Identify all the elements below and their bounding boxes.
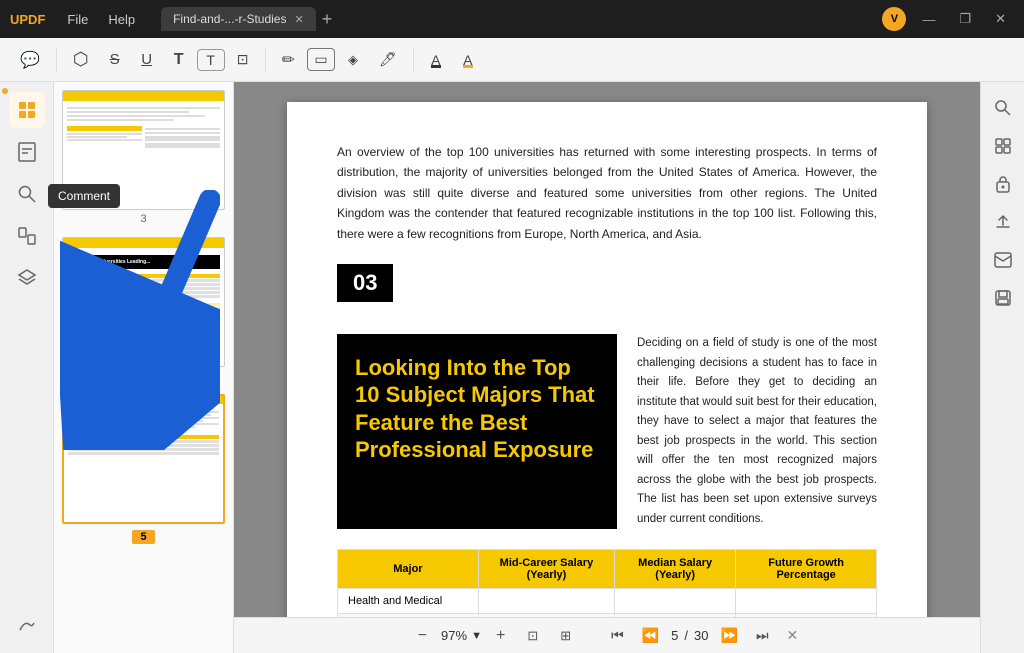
text-box-btn[interactable]: T — [197, 49, 225, 71]
highlight-color-btn[interactable]: A — [454, 48, 482, 72]
title-bar: UPDF File Help Find-and-...-r-Studies ✕ … — [0, 0, 1024, 38]
right-grid-btn[interactable] — [987, 130, 1019, 162]
separator-3 — [413, 48, 414, 72]
menu-help[interactable]: Help — [98, 8, 145, 31]
current-page: 5 — [671, 628, 678, 643]
zoom-out-btn[interactable]: − — [410, 624, 435, 648]
cell-mid-0 — [478, 589, 614, 614]
right-email-btn[interactable] — [987, 244, 1019, 276]
underline-btn[interactable]: U — [133, 47, 161, 72]
zoom-bar: − 97% ▼ + ⊡ ⊞ ⏮ ⏪ 5 / 30 ⏩ ⏭ ✕ — [234, 617, 980, 653]
section-content: Looking Into the Top 10 Subject Majors T… — [337, 334, 877, 529]
tab-close-btn[interactable]: ✕ — [294, 13, 303, 26]
section-num: 03 — [337, 264, 393, 302]
right-icon-rail — [980, 82, 1024, 653]
menu-bar: File Help — [57, 8, 145, 31]
maximize-btn[interactable]: ❐ — [951, 11, 979, 27]
active-tab[interactable]: Find-and-...-r-Studies ✕ — [161, 7, 316, 31]
signature-btn[interactable] — [9, 607, 45, 643]
thumbnail-panel: 3 The Global Universities Leading... — [54, 82, 234, 653]
col-mid-career: Mid-Career Salary (Yearly) — [478, 550, 614, 589]
fit-width-btn[interactable]: ⊞ — [552, 625, 579, 647]
app-logo: UPDF — [10, 12, 45, 27]
comment-tooltip: Comment — [48, 184, 120, 208]
stamp-btn[interactable]: ⬡ — [65, 45, 97, 74]
tab-title: Find-and-...-r-Studies — [173, 12, 286, 26]
thumbnail-3-num: 3 — [62, 213, 225, 225]
user-avatar[interactable]: V — [882, 7, 906, 31]
active-indicator — [2, 88, 8, 94]
right-search-btn[interactable] — [987, 92, 1019, 124]
eraser-btn[interactable]: ◈ — [339, 48, 367, 72]
pen-extra-btn[interactable]: 🖊 — [371, 47, 405, 72]
font-color-btn[interactable]: A — [422, 48, 450, 72]
right-lock-btn[interactable] — [987, 168, 1019, 200]
tab-bar: Find-and-...-r-Studies ✕ + — [161, 7, 874, 31]
prev-page-btn[interactable]: ⏪ — [636, 624, 665, 647]
col-median: Median Salary (Yearly) — [615, 550, 736, 589]
section-body: Deciding on a field of study is one of t… — [637, 334, 877, 529]
organize-btn[interactable] — [9, 218, 45, 254]
col-growth: Future Growth Percentage — [736, 550, 877, 589]
last-page-btn[interactable]: ⏭ — [750, 624, 775, 647]
thumbnail-5-num: 5 — [62, 527, 225, 545]
page-nav: ⏮ ⏪ 5 / 30 ⏩ ⏭ ✕ — [605, 624, 804, 647]
pdf-area[interactable]: An overview of the top 100 universities … — [234, 82, 980, 653]
separator-2 — [265, 48, 266, 72]
pencil-btn[interactable]: ✏ — [274, 46, 303, 74]
layers-btn[interactable] — [9, 260, 45, 296]
thumbnail-4[interactable]: The Global Universities Leading... — [62, 237, 225, 382]
strikethrough-btn[interactable]: S — [101, 47, 129, 72]
total-pages: 30 — [694, 628, 708, 643]
fit-page-btn[interactable]: ⊡ — [519, 625, 546, 647]
thumbnail-4-num: 4 — [62, 370, 225, 382]
next-page-btn[interactable]: ⏩ — [715, 624, 744, 647]
zoom-display: 97% ▼ — [441, 628, 482, 643]
shapes-btn[interactable]: ▭ — [307, 48, 335, 71]
new-tab-btn[interactable]: + — [322, 10, 333, 28]
thumbnails-btn[interactable] — [9, 92, 45, 128]
left-sidebar-wrapper — [0, 82, 54, 653]
main-layout: Comment — [0, 82, 1024, 653]
table-row: Health and Medical — [338, 589, 877, 614]
zoom-level: 97% — [441, 628, 467, 643]
window-controls: V — ❐ ✕ — [882, 7, 1014, 31]
close-bar-btn[interactable]: ✕ — [781, 624, 805, 647]
zoom-in-btn[interactable]: + — [488, 624, 513, 648]
page-separator: / — [684, 628, 688, 643]
minimize-btn[interactable]: — — [914, 12, 943, 27]
section-title: Looking Into the Top 10 Subject Majors T… — [337, 334, 617, 529]
toolbar: 💬 ⬡ S U T T ⊡ ✏ ▭ ◈ 🖊 A A — [0, 38, 1024, 82]
text-btn[interactable]: T — [165, 47, 193, 73]
first-page-btn[interactable]: ⏮ — [605, 624, 630, 647]
search-btn[interactable] — [9, 176, 45, 212]
zoom-dropdown-btn[interactable]: ▼ — [471, 630, 482, 642]
bookmarks-btn[interactable] — [9, 134, 45, 170]
cell-growth-0 — [736, 589, 877, 614]
close-btn[interactable]: ✕ — [987, 11, 1014, 27]
cell-med-0 — [615, 589, 736, 614]
comment-tool-btn[interactable]: 💬 — [12, 46, 48, 74]
right-upload-btn[interactable] — [987, 206, 1019, 238]
section-number-box: 03 — [337, 264, 877, 318]
right-save-btn[interactable] — [987, 282, 1019, 314]
pdf-page: An overview of the top 100 universities … — [287, 102, 927, 653]
left-icon-rail — [0, 82, 54, 653]
cell-major-0: Health and Medical — [338, 589, 479, 614]
col-major: Major — [338, 550, 479, 589]
menu-file[interactable]: File — [57, 8, 98, 31]
thumbnail-5[interactable]: Looking Into the Top 10 Subject Majors T… — [62, 394, 225, 545]
text-callout-btn[interactable]: ⊡ — [229, 47, 257, 72]
intro-text: An overview of the top 100 universities … — [337, 142, 877, 244]
pdf-wrapper: An overview of the top 100 universities … — [234, 82, 980, 653]
separator-1 — [56, 48, 57, 72]
